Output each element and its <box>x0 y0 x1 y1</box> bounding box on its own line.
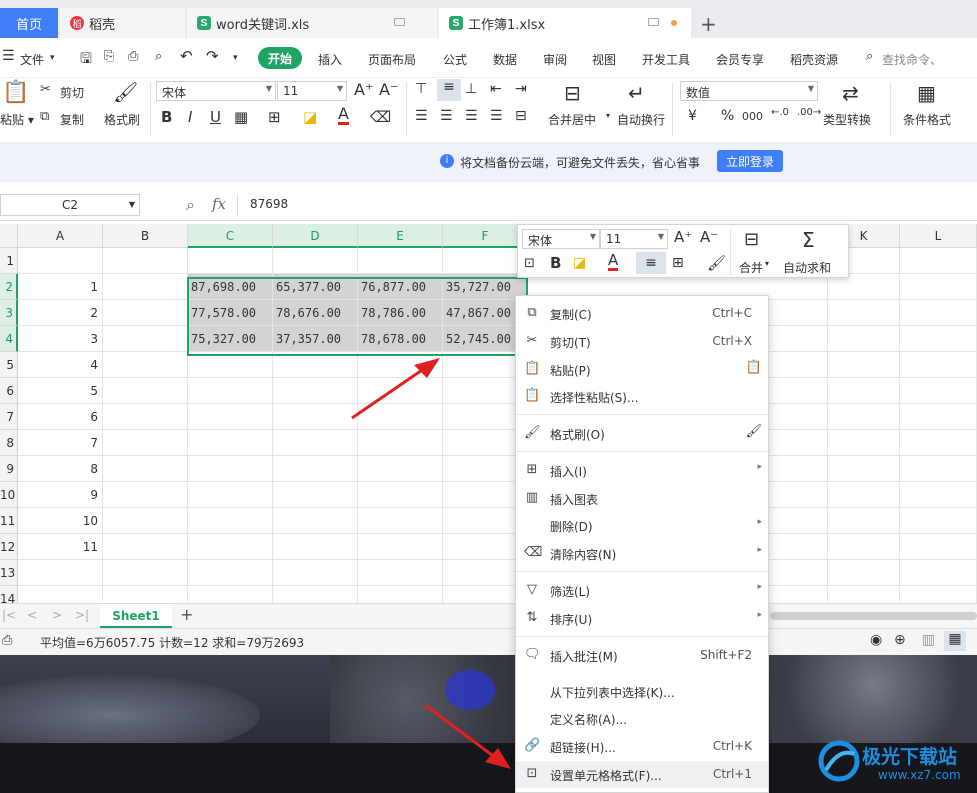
sum-icon: Σ <box>802 228 815 252</box>
menu-item-label: 剪切(T) <box>550 336 591 350</box>
format-painter-pin-icon[interactable]: 🖌 <box>745 424 762 439</box>
fill-color-icon[interactable]: ◪ <box>573 255 586 271</box>
menu-separator <box>516 636 768 637</box>
submenu-arrow-icon: ▸ <box>757 462 762 472</box>
context-menu-item[interactable]: ▽ 筛选(L) ▸ <box>516 577 768 604</box>
menu-separator <box>516 414 768 415</box>
context-menu-item[interactable]: ⊞ 插入(I) ▸ <box>516 457 768 484</box>
context-menu-item[interactable]: ⌫ 清除内容(N) ▸ <box>516 540 768 567</box>
menu-item-label: 插入图表 <box>550 493 599 507</box>
menu-item-label: 排序(U) <box>550 613 593 627</box>
context-menu-item[interactable]: 从下拉列表中选择(K)... <box>516 678 768 705</box>
context-menu-item[interactable]: ▥ 插入图表 <box>516 485 768 512</box>
eraser-icon: ⌫ <box>524 545 543 560</box>
mini-font-select[interactable]: 宋体 ▼ <box>522 229 600 249</box>
watermark-logo-icon <box>818 740 860 782</box>
watermark-title: 极光下载站 <box>862 746 958 768</box>
context-menu-item[interactable]: ✂ 剪切(T) Ctrl+X <box>516 328 768 355</box>
merge-icon: ⊟ <box>744 229 760 250</box>
context-menu-item[interactable]: 定义名称(A)... <box>516 705 768 732</box>
watermark: 极光下载站 www.xz7.com <box>818 736 977 791</box>
menu-item-label: 复制(C) <box>550 308 592 322</box>
menu-item-shortcut: Ctrl+C <box>712 306 752 320</box>
menu-item-label: 清除内容(N) <box>550 548 617 562</box>
chevron-down-icon[interactable]: ▾ <box>765 259 769 268</box>
menu-separator <box>516 451 768 452</box>
menu-item-label: 粘贴(P) <box>550 364 591 378</box>
menu-item-shortcut: Shift+F2 <box>700 648 752 662</box>
submenu-arrow-icon: ▸ <box>757 582 762 592</box>
context-menu-item[interactable]: 📋 选择性粘贴(S)... <box>516 383 768 410</box>
mini-size-select[interactable]: 11 ▼ <box>600 229 668 249</box>
menu-item-label: 插入(I) <box>550 465 587 479</box>
paste-options-icon[interactable]: 📋 <box>746 360 762 375</box>
menu-separator <box>516 571 768 572</box>
submenu-arrow-icon: ▸ <box>757 517 762 527</box>
menu-item-shortcut: Ctrl+1 <box>712 767 752 781</box>
scissors-icon: ✂ <box>526 333 538 348</box>
menu-item-shortcut: Ctrl+X <box>712 334 752 348</box>
chevron-down-icon: ▼ <box>657 232 664 241</box>
format-painter-icon[interactable]: 🖌 <box>707 254 726 272</box>
divider <box>730 229 731 275</box>
mini-toolbar: 宋体 ▼ 11 ▼ A⁺ A⁻ ⊡ B ◪ A ≡ ⊞ 🖌 ⊟ 合并 ▾ Σ 自动求… <box>517 224 849 278</box>
filter-icon: ▽ <box>527 582 537 597</box>
context-menu-item[interactable]: 📋 粘贴(P) 📋 <box>516 356 768 383</box>
menu-item-label: 格式刷(O) <box>550 428 605 442</box>
font-color-icon[interactable]: A <box>608 253 619 271</box>
submenu-arrow-icon: ▸ <box>757 545 762 555</box>
red-arrow-line <box>351 366 426 420</box>
align-middle-icon[interactable]: ≡ <box>636 252 666 274</box>
increase-font-icon[interactable]: A⁺ <box>674 228 692 246</box>
paste-icon: 📋 <box>524 361 541 376</box>
paste-special-icon: 📋 <box>524 388 541 403</box>
context-menu: ⧉ 复制(C) Ctrl+C ✂ 剪切(T) Ctrl+X 📋 粘贴(P) 📋 📋 选择性粘贴(S)… <box>515 295 769 793</box>
context-menu-item[interactable]: 🔗 超链接(H)... Ctrl+K <box>516 733 768 760</box>
watermark-url: www.xz7.com <box>878 768 961 782</box>
menu-item-label: 筛选(L) <box>550 585 591 599</box>
red-arrow-head <box>414 358 440 378</box>
context-menu-item[interactable]: ⧉ 复制(C) Ctrl+C <box>516 300 768 327</box>
bold-icon[interactable]: B <box>550 254 561 272</box>
context-menu-item[interactable]: ⇅ 排序(U) ▸ <box>516 605 768 632</box>
border-icon[interactable]: ⊞ <box>672 255 684 271</box>
mini-merge-button[interactable]: 合并 <box>739 259 763 276</box>
decrease-font-icon[interactable]: A⁻ <box>700 228 718 246</box>
menu-item-label: 定义名称(A)... <box>550 713 628 727</box>
chevron-down-icon: ▼ <box>589 232 596 241</box>
menu-item-shortcut: Ctrl+K <box>712 739 752 753</box>
comment-icon: 🗨 <box>524 647 541 662</box>
menu-item-label: 删除(D) <box>550 520 593 534</box>
menu-item-label: 从下拉列表中选择(K)... <box>550 686 675 700</box>
red-arrow-line <box>424 703 497 760</box>
format-painter-icon: 🖌 <box>524 425 541 440</box>
annotation-arrows <box>351 358 511 769</box>
insert-icon: ⊞ <box>526 462 538 477</box>
context-menu-item[interactable]: 删除(D) ▸ <box>516 512 768 539</box>
context-menu-item[interactable]: 🖌 格式刷(O) 🖌 <box>516 420 768 447</box>
chart-icon: ▥ <box>525 490 539 505</box>
context-menu-item[interactable]: ⊡ 设置单元格格式(F)... Ctrl+1 <box>516 761 768 788</box>
mini-autosum-button[interactable]: 自动求和 <box>783 259 831 276</box>
format-cell-icon[interactable]: ⊡ <box>524 256 535 271</box>
sort-icon: ⇅ <box>526 610 538 625</box>
menu-item-label: 选择性粘贴(S)... <box>550 391 639 405</box>
submenu-arrow-icon: ▸ <box>757 610 762 620</box>
menu-item-label: 插入批注(M) <box>550 650 618 664</box>
link-icon: 🔗 <box>524 738 541 753</box>
copy-icon: ⧉ <box>527 305 537 320</box>
cell-format-icon: ⊡ <box>526 766 538 781</box>
context-menu-item[interactable]: 🗨 插入批注(M) Shift+F2 <box>516 642 768 669</box>
menu-item-label: 超链接(H)... <box>550 741 616 755</box>
menu-item-label: 设置单元格格式(F)... <box>550 769 662 783</box>
